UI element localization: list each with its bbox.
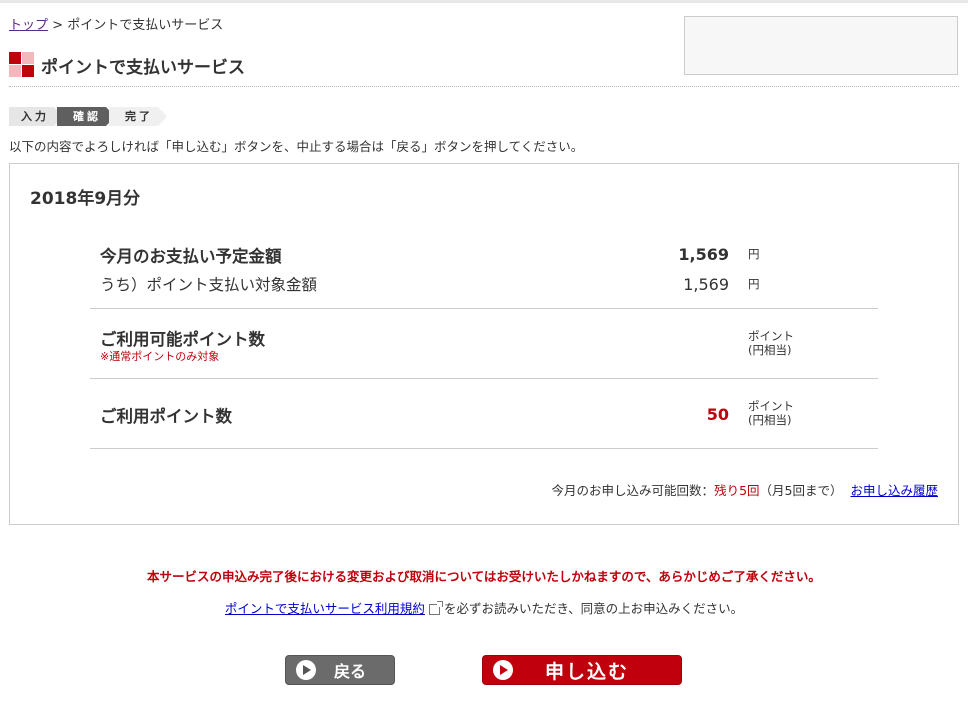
use-points-value: 50 xyxy=(706,405,729,424)
row-divider xyxy=(90,308,878,309)
page-title: ポイントで支払いサービス xyxy=(41,57,245,78)
breadcrumb: トップ > ポイントで支払いサービス xyxy=(9,14,223,33)
instruction-text: 以下の内容でよろしければ「申し込む」ボタンを、中止する場合は「戻る」ボタンを押し… xyxy=(9,139,584,154)
step-confirm-active: 確認 xyxy=(57,107,115,126)
back-button-label: 戻る xyxy=(333,662,366,681)
play-arrow-icon xyxy=(296,660,316,680)
breadcrumb-home-link[interactable]: トップ xyxy=(9,18,48,33)
apply-button-label: 申し込む xyxy=(544,660,629,683)
title-divider xyxy=(9,86,959,87)
use-points-unit: ポイント (円相当) xyxy=(748,399,794,427)
progress-steps: 入力 確認 完了 xyxy=(9,107,161,126)
terms-link[interactable]: ポイントで支払いサービス利用規約 xyxy=(225,601,425,616)
available-points-unit: ポイント (円相当) xyxy=(748,329,794,357)
remaining-count: 残り5回 xyxy=(714,483,760,498)
ad-banner-placeholder xyxy=(684,16,958,75)
top-bar xyxy=(0,0,968,3)
scheduled-amount-unit: 円 xyxy=(748,247,760,261)
row-divider xyxy=(90,448,878,449)
step-complete: 完了 xyxy=(109,107,167,126)
remaining-applications: 今月のお申し込み可能回数：残り5回（月5回まで） お申し込み履歴 xyxy=(551,483,938,498)
breadcrumb-separator: > xyxy=(52,18,64,33)
step-input: 入力 xyxy=(9,107,63,126)
target-amount-label: うち）ポイント支払い対象金額 xyxy=(100,276,318,294)
summary-panel: 2018年9月分 今月のお支払い予定金額 1,569 円 うち）ポイント支払い対… xyxy=(9,163,959,525)
scheduled-amount-value: 1,569 xyxy=(678,245,729,264)
apply-button[interactable]: 申し込む xyxy=(482,655,682,685)
page-title-block: ポイントで支払いサービス xyxy=(9,52,245,78)
available-points-note: ※通常ポイントのみ対象 xyxy=(100,350,220,363)
row-divider xyxy=(90,378,878,379)
billing-month: 2018年9月分 xyxy=(30,189,141,209)
application-history-link[interactable]: お申し込み履歴 xyxy=(850,483,938,498)
cancellation-warning: 本サービスの申込み完了後における変更および取消についてはお受けいたしかねますので… xyxy=(147,569,821,584)
available-points-label: ご利用可能ポイント数 xyxy=(100,330,265,349)
title-squares-icon xyxy=(9,52,35,78)
play-arrow-icon xyxy=(493,660,513,680)
external-link-icon xyxy=(428,601,443,615)
use-points-label: ご利用ポイント数 xyxy=(100,407,232,426)
scheduled-amount-label: 今月のお支払い予定金額 xyxy=(100,247,282,266)
target-amount-value: 1,569 xyxy=(683,275,729,294)
terms-notice: ポイントで支払いサービス利用規約 を必ずお読みいただき、同意の上お申込みください。 xyxy=(224,601,744,616)
back-button[interactable]: 戻る xyxy=(285,655,395,685)
target-amount-unit: 円 xyxy=(748,277,760,291)
breadcrumb-current: ポイントで支払いサービス xyxy=(67,18,224,33)
